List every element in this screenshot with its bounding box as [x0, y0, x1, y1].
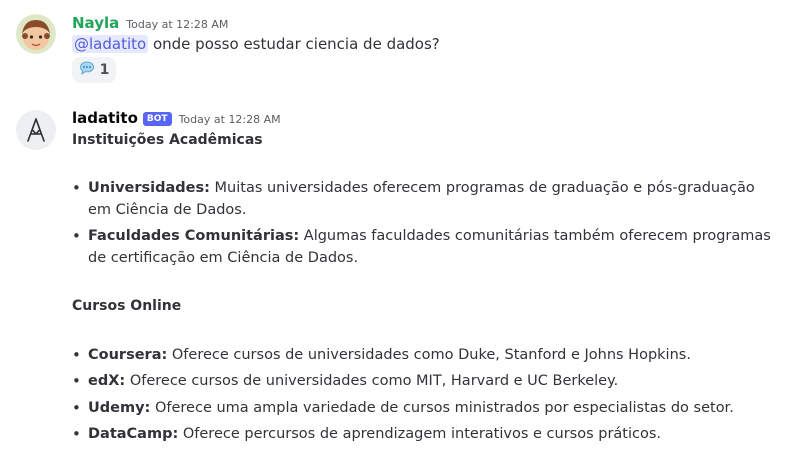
avatar-ladatito[interactable]	[16, 110, 56, 150]
reaction-button[interactable]: 1	[72, 57, 116, 83]
item-description: Oferece cursos de universidades como Duk…	[171, 347, 691, 363]
item-term: Udemy:	[88, 400, 151, 416]
list-item: • Universidades: Muitas universidades of…	[72, 177, 782, 221]
message-timestamp[interactable]: Today at 12:28 AM	[179, 109, 281, 131]
bullet-marker: •	[72, 227, 81, 245]
message-content: @ladatito onde posso estudar ciencia de …	[72, 33, 440, 55]
bullet-marker: •	[72, 346, 81, 364]
bullet-marker: •	[72, 372, 81, 390]
bullet-marker: •	[72, 179, 81, 197]
username-ladatito[interactable]: ladatito	[72, 107, 138, 129]
item-term: edX:	[88, 373, 126, 389]
list-item: • DataCamp: Oferece percursos de aprendi…	[72, 423, 782, 445]
list-item: • edX: Oferece cursos de universidades c…	[72, 370, 782, 392]
message-header: ladatito BOT Today at 12:28 AM	[72, 107, 281, 131]
reaction-count: 1	[99, 62, 110, 78]
bullet-marker: •	[72, 399, 81, 417]
message-ladatito: ladatito BOT Today at 12:28 AM Instituiç…	[0, 100, 806, 469]
user-mention[interactable]: @ladatito	[72, 35, 149, 53]
bot-badge: BOT	[142, 112, 172, 126]
message-text: onde posso estudar ciencia de dados?	[152, 35, 440, 53]
item-term: DataCamp:	[88, 426, 179, 442]
avatar-nayla[interactable]	[16, 14, 56, 54]
message-nayla: Nayla Today at 12:28 AM @ladatito onde p…	[0, 0, 806, 90]
item-description: Oferece percursos de aprendizagem intera…	[182, 426, 662, 442]
username-nayla[interactable]: Nayla	[72, 12, 119, 34]
item-term: Coursera:	[88, 347, 168, 363]
bullet-marker: •	[72, 425, 81, 443]
section-heading: Instituições Acadêmicas	[72, 132, 263, 148]
list-item: • Udemy: Oferece uma ampla variedade de …	[72, 397, 782, 419]
item-term: Faculdades Comunitárias:	[88, 228, 300, 244]
section-heading: Cursos Online	[72, 298, 182, 314]
item-term: Universidades:	[88, 180, 210, 196]
item-description: Oferece uma ampla variedade de cursos mi…	[154, 400, 734, 416]
list-item: • Faculdades Comunitárias: Algumas facul…	[72, 225, 782, 269]
list-item: • Coursera: Oferece cursos de universida…	[72, 344, 782, 366]
speech-balloon-icon	[79, 60, 95, 80]
item-description: Oferece cursos de universidades como MIT…	[129, 373, 619, 389]
